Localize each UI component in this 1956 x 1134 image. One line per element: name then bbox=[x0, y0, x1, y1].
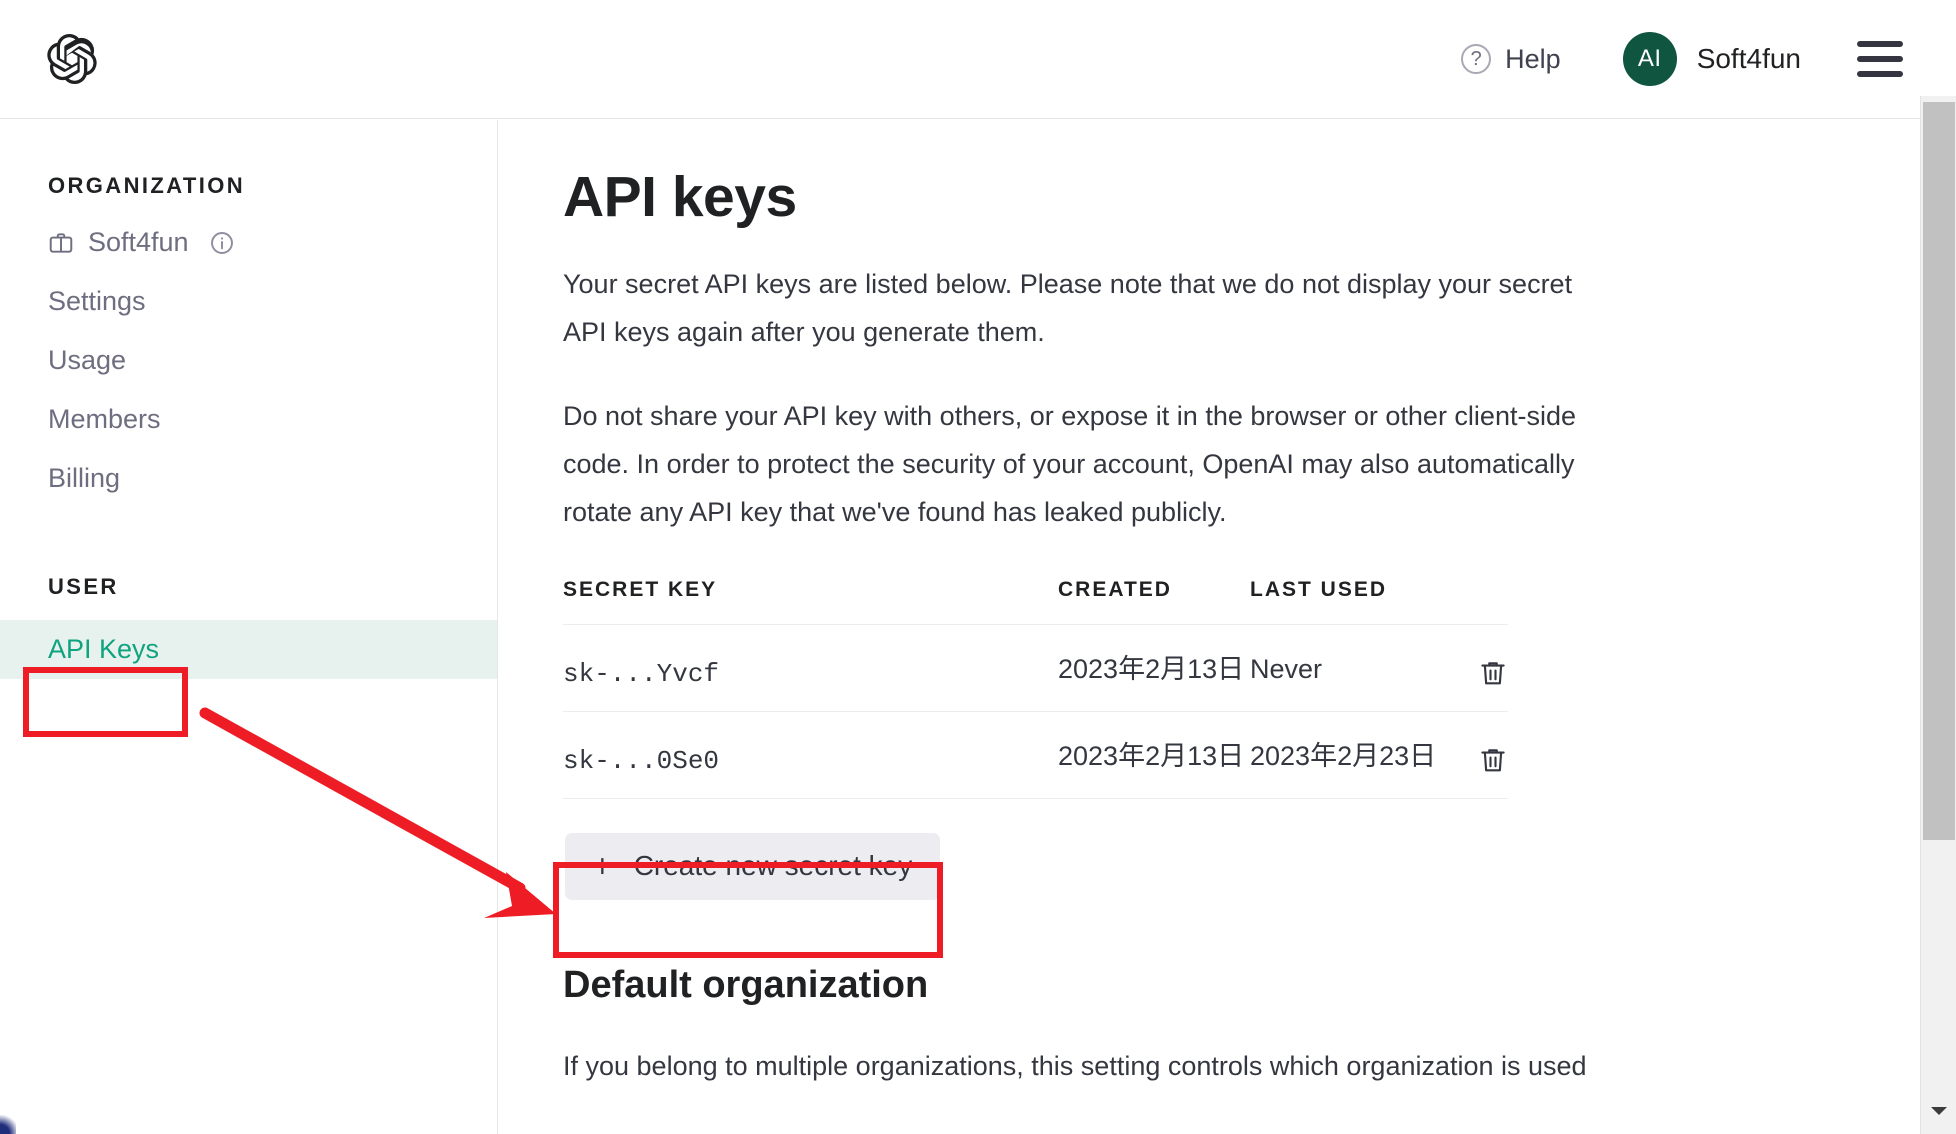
table-header-row: SECRET KEY CREATED LAST USED bbox=[563, 578, 1508, 625]
sidebar-item-label: Billing bbox=[48, 463, 120, 494]
api-keys-table: SECRET KEY CREATED LAST USED sk-...Yvcf … bbox=[563, 578, 1508, 799]
main-content: API keys Your secret API keys are listed… bbox=[499, 120, 1941, 1134]
cell-last-used: Never bbox=[1250, 649, 1450, 689]
sidebar-group-user: USER bbox=[0, 574, 497, 600]
page-title: API keys bbox=[563, 164, 1763, 230]
briefcase-icon bbox=[48, 230, 74, 256]
avatar: AI bbox=[1623, 32, 1677, 86]
openai-logo[interactable] bbox=[46, 33, 98, 85]
page-root: ? Help AI Soft4fun ORGANIZATION Soft bbox=[0, 0, 1956, 1134]
help-label: Help bbox=[1505, 44, 1561, 75]
sidebar-item-members[interactable]: Members bbox=[0, 390, 497, 449]
trash-icon[interactable] bbox=[1478, 657, 1508, 689]
intro-paragraph-1: Your secret API keys are listed below. P… bbox=[563, 260, 1603, 356]
table-row: sk-...0Se0 2023年2月13日 2023年2月23日 bbox=[563, 712, 1508, 799]
header-actions: ? Help AI Soft4fun bbox=[1461, 32, 1903, 86]
create-new-secret-key-button[interactable]: + Create new secret key bbox=[565, 833, 940, 900]
cell-last-used: 2023年2月23日 bbox=[1250, 736, 1450, 776]
plus-icon: + bbox=[593, 850, 612, 882]
scroll-down-arrow-icon[interactable] bbox=[1921, 1096, 1956, 1126]
sidebar-item-label: API Keys bbox=[48, 634, 159, 665]
info-circle-icon[interactable] bbox=[209, 230, 235, 256]
cell-secret-key: sk-...0Se0 bbox=[563, 736, 1058, 776]
column-header-created: CREATED bbox=[1058, 578, 1250, 602]
sidebar-item-label: Usage bbox=[48, 345, 126, 376]
default-organization-paragraph: If you belong to multiple organizations,… bbox=[563, 1043, 1693, 1089]
sidebar-group-organization: ORGANIZATION bbox=[0, 173, 497, 199]
vertical-scrollbar[interactable] bbox=[1920, 96, 1956, 1134]
sidebar-item-label: Members bbox=[48, 404, 161, 435]
cell-secret-key: sk-...Yvcf bbox=[563, 649, 1058, 689]
sidebar-item-settings[interactable]: Settings bbox=[0, 272, 497, 331]
table-row: sk-...Yvcf 2023年2月13日 Never bbox=[563, 625, 1508, 712]
help-button[interactable]: ? Help bbox=[1461, 44, 1561, 75]
trash-icon[interactable] bbox=[1478, 744, 1508, 776]
cell-created: 2023年2月13日 bbox=[1058, 649, 1250, 689]
create-button-label: Create new secret key bbox=[634, 850, 913, 882]
sidebar-item-organization[interactable]: Soft4fun bbox=[0, 213, 497, 272]
cell-created: 2023年2月13日 bbox=[1058, 736, 1250, 776]
sidebar: ORGANIZATION Soft4fun Settings bbox=[0, 120, 498, 1134]
sidebar-item-api-keys[interactable]: API Keys bbox=[0, 620, 497, 679]
scrollbar-thumb[interactable] bbox=[1923, 102, 1955, 840]
sidebar-item-billing[interactable]: Billing bbox=[0, 449, 497, 508]
question-mark-circle-icon: ? bbox=[1461, 44, 1491, 74]
sidebar-user-section: USER API Keys bbox=[0, 574, 497, 679]
sidebar-item-usage[interactable]: Usage bbox=[0, 331, 497, 390]
corner-artifact bbox=[0, 1112, 16, 1134]
sidebar-organization-label: Soft4fun bbox=[88, 227, 189, 258]
user-name: Soft4fun bbox=[1697, 43, 1801, 75]
user-menu[interactable]: AI Soft4fun bbox=[1623, 32, 1801, 86]
top-header: ? Help AI Soft4fun bbox=[0, 0, 1941, 119]
default-organization-title: Default organization bbox=[563, 964, 1763, 1007]
column-header-last-used: LAST USED bbox=[1250, 578, 1450, 602]
intro-paragraph-2: Do not share your API key with others, o… bbox=[563, 392, 1603, 536]
column-header-secret-key: SECRET KEY bbox=[563, 578, 1058, 602]
hamburger-menu-icon[interactable] bbox=[1857, 41, 1903, 77]
sidebar-item-label: Settings bbox=[48, 286, 146, 317]
